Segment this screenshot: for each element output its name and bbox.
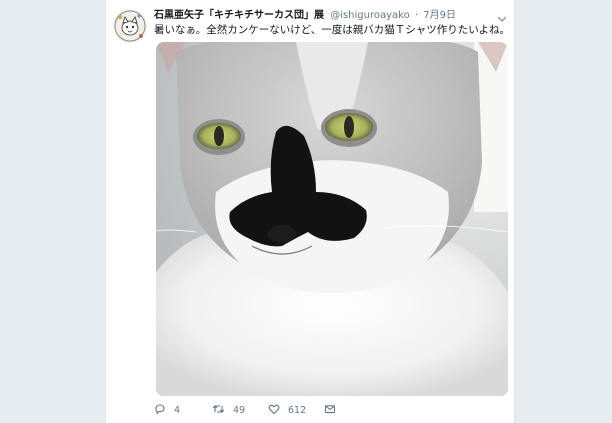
reply-icon [154,403,174,418]
heart-icon [268,403,288,418]
direct-message-button[interactable] [324,403,344,418]
envelope-icon [324,403,344,418]
separator-dot: · [414,10,419,21]
author-name[interactable]: 石黒亜矢子「キチキチサーカス団」展 [154,10,324,21]
retweet-icon [212,403,233,418]
reply-count: 4 [174,404,181,416]
tweet-date[interactable]: 7月9日 [423,10,456,21]
retweet-button[interactable]: 49 [212,403,245,418]
author-handle[interactable]: @ishiguroayako [330,10,410,21]
retweet-count: 49 [233,404,246,416]
reply-button[interactable]: 4 [154,403,180,418]
avatar[interactable] [113,9,147,43]
tweet-card: 石黒亜矢子「キチキチサーカス団」展 @ishiguroayako · 7月9日 … [105,0,515,423]
chevron-down-icon[interactable] [496,10,508,22]
tweet-actions: 4 49 612 [154,402,414,418]
tweet-text: 暑いなぁ。全然カンケーないけど、一度は親バカ猫Ｔシャツ作りたいよね。 [154,24,511,36]
like-button[interactable]: 612 [268,403,306,418]
like-count: 612 [288,404,307,416]
tweet-photo[interactable] [156,42,508,396]
